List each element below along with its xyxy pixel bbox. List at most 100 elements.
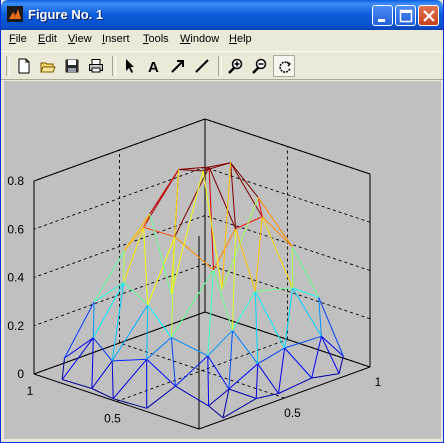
- trimesh-plot[interactable]: 0 0.2 0.4 0.6 0.8 0.5 1 1 0.5: [4, 81, 441, 439]
- menu-edit[interactable]: Edit: [38, 33, 57, 45]
- z-tick-label: 0.6: [7, 222, 24, 236]
- menu-insert[interactable]: Insert: [102, 33, 130, 45]
- rotate-3d-button[interactable]: [273, 55, 295, 77]
- z-gridline: [33, 215, 371, 278]
- mesh-edge: [171, 336, 209, 357]
- mesh-edge: [91, 360, 113, 389]
- menu-file[interactable]: File: [9, 33, 27, 45]
- mesh-edge: [92, 301, 95, 338]
- mesh-edge: [61, 337, 94, 380]
- text-a-icon: A: [148, 59, 159, 74]
- zoom-out-button[interactable]: [249, 55, 271, 77]
- mesh-edge: [111, 360, 114, 399]
- mesh-edge: [91, 337, 94, 389]
- mesh-edge: [254, 291, 259, 364]
- menu-window[interactable]: Window: [180, 33, 219, 45]
- print-button[interactable]: [85, 55, 107, 77]
- mesh-edge: [257, 363, 279, 394]
- figure-toolbar: A: [1, 51, 443, 80]
- z-tick-label: 0: [17, 367, 24, 381]
- trimesh-surface: [61, 162, 344, 419]
- axes-edge: [204, 118, 371, 175]
- new-file-icon: [18, 58, 30, 74]
- text-tool-glyph: A: [148, 59, 159, 74]
- mesh-edge: [255, 363, 259, 399]
- mesh-edge: [232, 329, 259, 365]
- rotate-3d-icon: [279, 61, 292, 73]
- close-icon: [423, 10, 435, 22]
- axes-edge: [33, 118, 206, 182]
- mesh-edge: [321, 335, 344, 357]
- mesh-edge: [143, 227, 149, 305]
- figure-window: Figure No. 1 File Edit View Insert Tools…: [0, 0, 444, 443]
- menu-tools[interactable]: Tools: [143, 33, 169, 45]
- mesh-edge: [235, 216, 263, 230]
- save-button[interactable]: [61, 55, 83, 77]
- insert-text-button[interactable]: A: [143, 55, 165, 77]
- mesh-edge: [228, 388, 257, 399]
- mesh-edge: [284, 287, 294, 349]
- close-button[interactable]: [418, 5, 439, 26]
- new-figure-button[interactable]: [13, 55, 35, 77]
- mesh-edge: [228, 363, 259, 390]
- mesh-edge: [149, 169, 180, 215]
- mesh-edge: [230, 162, 259, 198]
- mesh-edge: [175, 385, 209, 407]
- figure-canvas[interactable]: 0 0.2 0.4 0.6 0.8 0.5 1 1 0.5: [4, 81, 441, 439]
- mesh-edge: [174, 236, 214, 271]
- z-gridline: [33, 118, 371, 182]
- axes-edge: [33, 311, 206, 375]
- mesh-edge: [147, 236, 176, 306]
- select-arrow-button[interactable]: [119, 55, 141, 77]
- line-icon: [195, 59, 209, 73]
- mesh-edge: [143, 226, 175, 238]
- y-tick-label: 1: [27, 384, 34, 398]
- matlab-logo-icon: [7, 6, 23, 22]
- mesh-edge: [255, 287, 293, 292]
- mesh-edge: [170, 269, 214, 338]
- maximize-icon: [399, 9, 413, 23]
- y-tick-label: 0.5: [104, 412, 121, 426]
- mesh-edge: [318, 297, 344, 357]
- menu-view[interactable]: View: [68, 33, 92, 45]
- mesh-edge: [311, 336, 322, 379]
- mesh-edge: [208, 405, 224, 419]
- mesh-edge: [278, 347, 286, 394]
- x-tick-label: 0.5: [284, 406, 301, 420]
- insert-arrow-button[interactable]: [167, 55, 189, 77]
- mesh-edge: [320, 336, 340, 374]
- mesh-edge: [222, 398, 257, 419]
- zoom-in-icon: [228, 58, 243, 74]
- title-bar[interactable]: Figure No. 1: [1, 0, 443, 30]
- mesh-edge: [232, 228, 237, 331]
- printer-icon: [89, 59, 103, 73]
- mesh-edge: [284, 347, 313, 379]
- mesh-edge: [111, 304, 149, 362]
- z-tick-label: 0.2: [7, 319, 24, 333]
- mesh-edge: [113, 398, 147, 409]
- menu-help[interactable]: Help: [229, 33, 252, 45]
- toolbar-grip[interactable]: [6, 56, 10, 76]
- mesh-edge: [261, 216, 294, 289]
- mesh-edge: [278, 377, 312, 394]
- minimize-button[interactable]: [372, 5, 393, 26]
- pointer-arrow-icon: [126, 59, 134, 73]
- mesh-edge: [254, 216, 263, 292]
- mesh-edge: [112, 358, 147, 362]
- mesh-edge: [92, 337, 113, 362]
- maximize-button[interactable]: [395, 5, 416, 26]
- mesh-edge: [338, 355, 344, 374]
- axes-box: [33, 118, 371, 430]
- minimize-icon: [378, 19, 385, 22]
- zoom-in-button[interactable]: [225, 55, 247, 77]
- mesh-edge: [146, 358, 176, 387]
- mesh-edge: [123, 282, 149, 306]
- mesh-edge: [230, 162, 263, 217]
- toolbar-separator: [112, 56, 116, 76]
- zoom-out-icon: [252, 58, 267, 74]
- toolbar-separator: [218, 56, 222, 76]
- open-file-button[interactable]: [37, 55, 59, 77]
- mesh-edge: [123, 227, 145, 283]
- diagonal-arrow-icon: [171, 60, 184, 73]
- insert-line-button[interactable]: [191, 55, 213, 77]
